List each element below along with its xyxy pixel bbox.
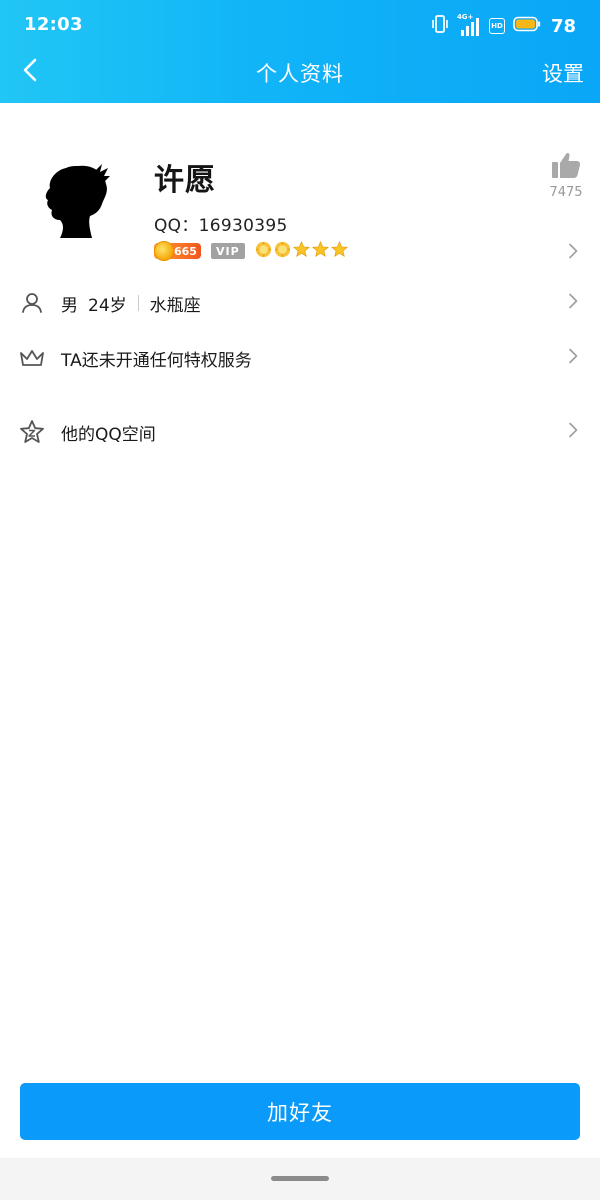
status-time: 12:03 <box>24 14 83 35</box>
star-icon <box>330 240 348 262</box>
home-indicator[interactable] <box>271 1176 329 1181</box>
qq-level-icons[interactable] <box>255 240 348 262</box>
chevron-right-icon <box>568 243 578 263</box>
chevron-right-icon <box>568 293 578 313</box>
signal-icon: 4G+ <box>457 13 481 37</box>
qq-number: QQ：16930395 <box>154 211 288 236</box>
coin-icon <box>154 241 174 261</box>
hd-icon: HD <box>488 18 505 34</box>
basic-info: 男 24岁 水瓶座 <box>61 291 201 316</box>
privilege-row[interactable]: TA还未开通任何特权服务 <box>0 332 600 384</box>
nickname: 许愿 <box>154 163 216 198</box>
battery-level: 78 <box>550 15 576 37</box>
zodiac: 水瓶座 <box>149 295 201 316</box>
page-title: 个人资料 <box>256 62 344 86</box>
basic-info-row[interactable]: 男 24岁 水瓶座 <box>0 277 600 329</box>
qq-number-value: 16930395 <box>198 216 288 236</box>
crown-icon <box>19 345 45 371</box>
add-friend-button[interactable]: 加好友 <box>20 1083 580 1140</box>
qzone-row[interactable]: 他的QQ空间 <box>0 406 600 458</box>
qzone-star-icon <box>19 419 45 445</box>
person-icon <box>19 290 45 316</box>
age: 24岁 <box>88 295 127 316</box>
qq-label: QQ： <box>154 216 199 236</box>
divider <box>137 295 139 311</box>
thumbs-up-icon <box>551 152 581 183</box>
status-icons: 4G+ HD 78 <box>431 12 576 40</box>
settings-button[interactable]: 设置 <box>542 58 584 88</box>
status-bar: 12:03 4G+ HD 78 <box>0 0 600 48</box>
vip-badge[interactable]: VIP <box>210 243 245 259</box>
like-button[interactable]: 7475 <box>546 151 586 200</box>
vip-label: VIP <box>215 244 240 258</box>
star-icon <box>292 240 310 262</box>
level-badge[interactable]: 665 <box>154 241 201 261</box>
sun-icon <box>255 241 272 262</box>
chevron-right-icon <box>568 422 578 442</box>
vibrate-icon <box>431 14 449 38</box>
privilege-text: TA还未开通任何特权服务 <box>61 350 252 371</box>
qzone-label: 他的QQ空间 <box>61 424 156 445</box>
sun-icon <box>274 241 291 262</box>
hd-label: HD <box>491 22 503 30</box>
battery-icon <box>513 16 541 36</box>
level-number: 665 <box>174 244 197 258</box>
avatar[interactable] <box>30 158 120 248</box>
gender: 男 <box>61 295 78 316</box>
app-header: 12:03 4G+ HD 78 个人资料 设置 <box>0 0 600 103</box>
like-count: 7475 <box>549 185 583 200</box>
badges: 665 VIP <box>154 240 348 262</box>
navigation-bar: 个人资料 设置 <box>0 48 600 103</box>
gesture-bar <box>0 1158 600 1200</box>
chevron-right-icon <box>568 348 578 368</box>
star-icon <box>311 240 329 262</box>
profile-card[interactable]: 许愿 QQ：16930395 665 VIP 7475 <box>0 103 600 273</box>
